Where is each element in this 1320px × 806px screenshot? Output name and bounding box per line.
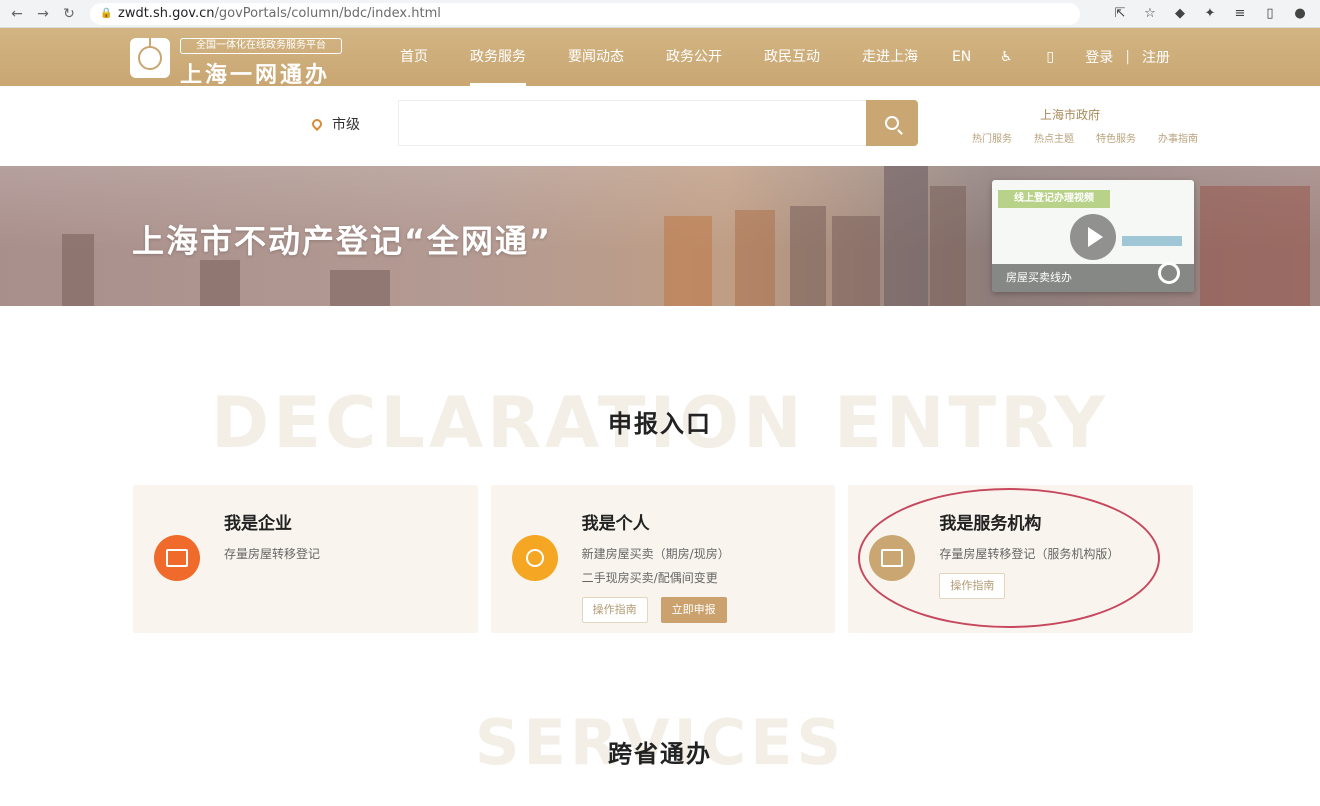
video-graphic	[1122, 236, 1182, 246]
card-enterprise[interactable]: 我是企业 存量房屋转移登记	[133, 485, 478, 633]
enterprise-building-icon	[154, 535, 200, 581]
lock-icon: 🔒	[100, 7, 113, 19]
login-separator: |	[1125, 49, 1130, 65]
site-logo-icon[interactable]	[130, 38, 170, 78]
person-icon	[511, 535, 558, 581]
accessibility-icon[interactable]: ♿	[997, 48, 1015, 66]
card-individual-desc-2: 二手现房买卖/配偶间变更	[581, 571, 718, 585]
nav-gov-services[interactable]: 政务服务	[470, 28, 526, 86]
mobile-icon[interactable]: ▯	[1041, 48, 1059, 66]
declaration-cards: 我是企业 存量房屋转移登记 我是个人 新建房屋买卖（期房/现房） 二手现房买卖/…	[133, 485, 1194, 633]
magnifier-icon	[1158, 262, 1180, 284]
individual-guide-button[interactable]: 操作指南	[581, 597, 648, 623]
forward-icon[interactable]: →	[30, 1, 56, 27]
skyline-building	[930, 186, 966, 306]
skyline-building	[62, 234, 94, 306]
video-card[interactable]: 线上登记办理视频 房屋买卖线办	[992, 180, 1194, 292]
skyline-building	[330, 270, 390, 306]
register-link[interactable]: 注册	[1142, 47, 1170, 67]
login-link[interactable]: 登录	[1085, 47, 1113, 67]
hotline-title: 上海市政府	[1040, 108, 1101, 122]
share-icon[interactable]: ⇱	[1110, 4, 1130, 24]
card-individual-desc-1: 新建房屋买卖（期房/现房）	[581, 547, 730, 561]
play-icon[interactable]	[1070, 214, 1116, 260]
skyline-building	[664, 216, 712, 306]
hot-link-4[interactable]: 办事指南	[1158, 130, 1198, 145]
card-agency-desc: 存量房屋转移登记（服务机构版）	[939, 547, 1120, 561]
search-row: 市级 上海市政府 热门服务 热点主题 特色服务 办事指南	[0, 86, 1320, 166]
declaration-title: 申报入口	[608, 410, 712, 438]
services-title: 跨省通办	[608, 740, 712, 768]
agency-guide-button[interactable]: 操作指南	[939, 573, 1006, 599]
skyline-building	[735, 210, 775, 306]
reload-icon[interactable]: ↻	[56, 1, 82, 27]
profile-icon[interactable]: ●	[1290, 4, 1310, 24]
search-button[interactable]	[866, 100, 918, 146]
card-individual-title: 我是个人	[581, 514, 650, 534]
nav-news[interactable]: 要闻动态	[568, 28, 624, 86]
skyline-building	[832, 216, 880, 306]
extension-icon[interactable]: ◆	[1170, 4, 1190, 24]
nav-gov-open[interactable]: 政务公开	[666, 28, 722, 86]
location-label: 市级	[332, 117, 360, 133]
individual-apply-button[interactable]: 立即申报	[660, 597, 727, 623]
site-header: 全国一体化在线政务服务平台 上海一网通办 首页 政务服务 要闻动态 政务公开 政…	[0, 28, 1320, 89]
side-panel-icon[interactable]: ▯	[1260, 4, 1280, 24]
nav-interaction[interactable]: 政民互动	[764, 28, 820, 86]
lang-switch[interactable]: EN	[952, 49, 971, 65]
location-selector[interactable]: 市级	[309, 114, 360, 134]
url-path: /govPortals/column/bdc/index.html	[214, 6, 441, 21]
card-individual[interactable]: 我是个人 新建房屋买卖（期房/现房） 二手现房买卖/配偶间变更 操作指南 立即申…	[490, 485, 836, 633]
location-pin-icon	[309, 116, 325, 132]
card-service-agency[interactable]: 我是服务机构 存量房屋转移登记（服务机构版） 操作指南	[848, 485, 1194, 633]
skyline-building	[790, 206, 826, 306]
search-input[interactable]	[398, 100, 868, 146]
nav-about-shanghai[interactable]: 走进上海	[862, 28, 918, 86]
video-tag: 线上登记办理视频	[998, 190, 1110, 208]
address-bar[interactable]: 🔒 zwdt.sh.gov.cn /govPortals/column/bdc/…	[90, 2, 1080, 25]
card-enterprise-desc: 存量房屋转移登记	[224, 547, 321, 561]
puzzle-icon[interactable]: ✦	[1200, 4, 1220, 24]
skyline-building	[1200, 186, 1310, 306]
card-agency-title: 我是服务机构	[939, 514, 1042, 534]
logo-title[interactable]: 上海一网通办	[180, 57, 330, 89]
card-enterprise-title: 我是企业	[224, 514, 292, 534]
hot-link-2[interactable]: 热点主题	[1034, 130, 1074, 145]
skyline-building	[200, 260, 240, 306]
bookmark-star-icon[interactable]: ☆	[1140, 4, 1160, 24]
hot-link-3[interactable]: 特色服务	[1096, 130, 1136, 145]
hot-link-1[interactable]: 热门服务	[972, 130, 1012, 145]
back-icon[interactable]: ←	[4, 1, 30, 27]
reading-list-icon[interactable]: ≡	[1230, 4, 1250, 24]
main-nav: 首页 政务服务 要闻动态 政务公开 政民互动 走进上海	[400, 28, 960, 86]
browser-toolbar: ← → ↻ 🔒 zwdt.sh.gov.cn /govPortals/colum…	[0, 0, 1320, 28]
url-host: zwdt.sh.gov.cn	[118, 6, 215, 21]
institution-icon	[869, 535, 916, 581]
logo-subtitle: 全国一体化在线政务服务平台	[180, 38, 342, 54]
skyline-building	[884, 166, 928, 306]
banner-title: 上海市不动产登记“全网通”	[132, 222, 553, 260]
search-icon	[885, 116, 899, 130]
nav-home[interactable]: 首页	[400, 28, 428, 86]
